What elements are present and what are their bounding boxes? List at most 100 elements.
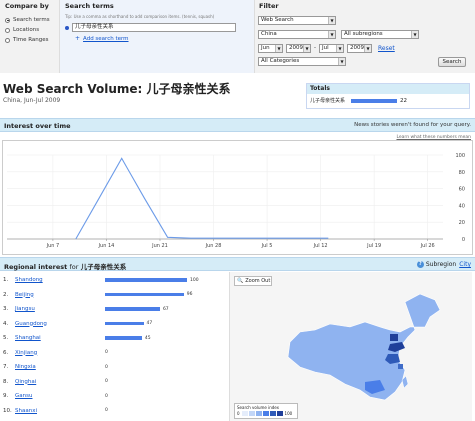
from-year-select[interactable]: 2009 ▼	[286, 44, 311, 53]
x-tick-label: Jul 12	[313, 243, 328, 249]
region-value: 0	[105, 379, 108, 384]
region-row: 8. Qinghai 0	[3, 375, 228, 389]
region-rank: 9.	[3, 393, 9, 399]
to-month-select[interactable]: Jul ▼	[319, 44, 344, 53]
radio-icon	[5, 17, 10, 23]
region-value: 96	[186, 292, 193, 297]
chevron-down-icon: ▼	[275, 45, 282, 52]
city-link[interactable]: City	[459, 261, 471, 268]
legend-swatch	[255, 411, 262, 416]
interest-over-time-header: Interest over time News stories weren't …	[0, 118, 475, 132]
map-legend: Search volume index 0 100	[234, 403, 298, 419]
totals-box: Totals 儿子母亲性关系 22	[306, 83, 470, 109]
chevron-down-icon: ▼	[338, 58, 345, 65]
region-name-link[interactable]: Shanghai	[15, 335, 105, 341]
china-outline	[287, 293, 441, 401]
compare-by-heading: Compare by	[5, 2, 49, 10]
region-value: 100	[190, 277, 199, 283]
x-tick-label: Jun 28	[205, 243, 222, 249]
interest-chart: 0 20 40 60 80 100 Jun 7 Jun 14 Jun 21 Jun 28 Jul 5…	[2, 140, 473, 255]
search-terms-panel: Search terms Tip: Use a comma as shortha…	[60, 0, 255, 73]
legend-swatch	[241, 411, 248, 416]
from-month-select[interactable]: Jun ▼	[258, 44, 283, 53]
radio-icon	[5, 37, 10, 43]
region-name-link[interactable]: Shaanxi	[15, 408, 105, 414]
radio-search-terms[interactable]: Search terms	[5, 17, 50, 23]
regional-interest-header: Regional interest for 儿子母亲性关系 ? Subregio…	[0, 257, 475, 271]
page-subtitle: China, Jun-Jul 2009	[3, 97, 61, 104]
y-tick-label: 80	[459, 170, 465, 176]
y-tick-label: 0	[462, 237, 465, 243]
region-name-link[interactable]: Jiangsu	[15, 306, 105, 312]
x-tick-label: Jul 26	[420, 243, 435, 249]
region-value: 0	[105, 393, 108, 399]
chevron-down-icon: ▼	[364, 45, 371, 52]
y-tick-label: 20	[459, 220, 465, 226]
region-rank: 4.	[3, 320, 9, 327]
x-tick-label: Jun 14	[98, 243, 115, 249]
series-line	[75, 157, 329, 240]
region-bar	[105, 336, 142, 340]
x-tick-label: Jun 7	[46, 243, 60, 249]
y-tick-label: 100	[455, 153, 465, 159]
region-bar	[105, 278, 187, 282]
region-name-link[interactable]: Beijing	[15, 292, 105, 298]
region-rank: 8.	[3, 378, 9, 385]
subregion-select[interactable]: All subregions ▼	[341, 30, 419, 39]
category-select[interactable]: All Categories ▼	[258, 57, 346, 66]
range-separator: -	[314, 45, 316, 51]
region-rank: 5.	[3, 335, 9, 341]
region-rank: 10.	[3, 407, 12, 414]
chevron-down-icon: ▼	[411, 31, 418, 38]
x-tick-label: Jul 19	[366, 243, 381, 249]
region-value: 67	[162, 306, 169, 312]
reset-link[interactable]: Reset	[378, 45, 395, 52]
plus-icon: +	[75, 35, 81, 42]
radio-icon	[5, 27, 10, 33]
search-form: Compare by Search terms Locations Time R…	[0, 0, 475, 73]
region-rank: 3.	[3, 306, 9, 312]
totals-bar	[351, 98, 398, 103]
region-name-link[interactable]: Guangdong	[15, 321, 105, 327]
y-tick-label: 60	[459, 187, 465, 193]
region-rank: 1.	[3, 277, 9, 283]
region-rank: 6.	[3, 349, 9, 356]
region-row: 2. Beijing 96	[3, 288, 228, 302]
legend-title: Search volume index	[237, 405, 280, 410]
filter-heading: Filter	[259, 2, 279, 10]
region-bar	[105, 321, 144, 326]
totals-row: 儿子母亲性关系 22	[310, 97, 407, 105]
help-icon[interactable]: ?	[416, 261, 424, 268]
tip-text: Tip: Use a comma as shorthand to add com…	[65, 14, 215, 19]
chevron-down-icon: ▼	[328, 17, 335, 24]
country-select[interactable]: China ▼	[258, 30, 336, 39]
search-button[interactable]: Search	[438, 57, 466, 67]
region-row: 4. Guangdong 47	[3, 317, 228, 331]
regional-heading: Regional interest for 儿子母亲性关系	[4, 263, 127, 271]
radio-locations[interactable]: Locations	[5, 27, 39, 33]
search-term-input[interactable]: 儿子母亲性关系	[72, 23, 236, 32]
china-map-svg	[287, 293, 441, 401]
search-terms-heading: Search terms	[65, 2, 114, 10]
add-search-term-link[interactable]: + Add search term	[75, 35, 129, 42]
totals-term: 儿子母亲性关系	[310, 98, 346, 104]
region-value: 0	[105, 350, 108, 355]
region-row: 1. Shandong 100	[3, 273, 228, 287]
region-name-link[interactable]: Shandong	[15, 277, 105, 283]
property-select[interactable]: Web Search ▼	[258, 16, 336, 25]
totals-heading: Totals	[307, 84, 469, 94]
province-beijing	[390, 334, 398, 341]
region-value: 47	[146, 321, 153, 326]
subregion-toggle: ? Subregion City	[416, 261, 471, 268]
region-name-link[interactable]: Ningxia	[15, 364, 105, 370]
region-map: 🔍 Zoom Out Search volume index 0 100	[229, 272, 472, 421]
to-year-select[interactable]: 2009 ▼	[347, 44, 372, 53]
region-row: 9. Gansu 0	[3, 389, 228, 403]
region-name-link[interactable]: Gansu	[15, 393, 105, 399]
region-name-link[interactable]: Qinghai	[15, 379, 105, 385]
region-value: 45	[144, 335, 151, 341]
region-rank: 7.	[3, 364, 9, 370]
radio-time-ranges[interactable]: Time Ranges	[5, 37, 49, 43]
news-note: News stories weren't found for your quer…	[354, 122, 471, 128]
region-name-link[interactable]: Xinjiang	[15, 350, 105, 356]
